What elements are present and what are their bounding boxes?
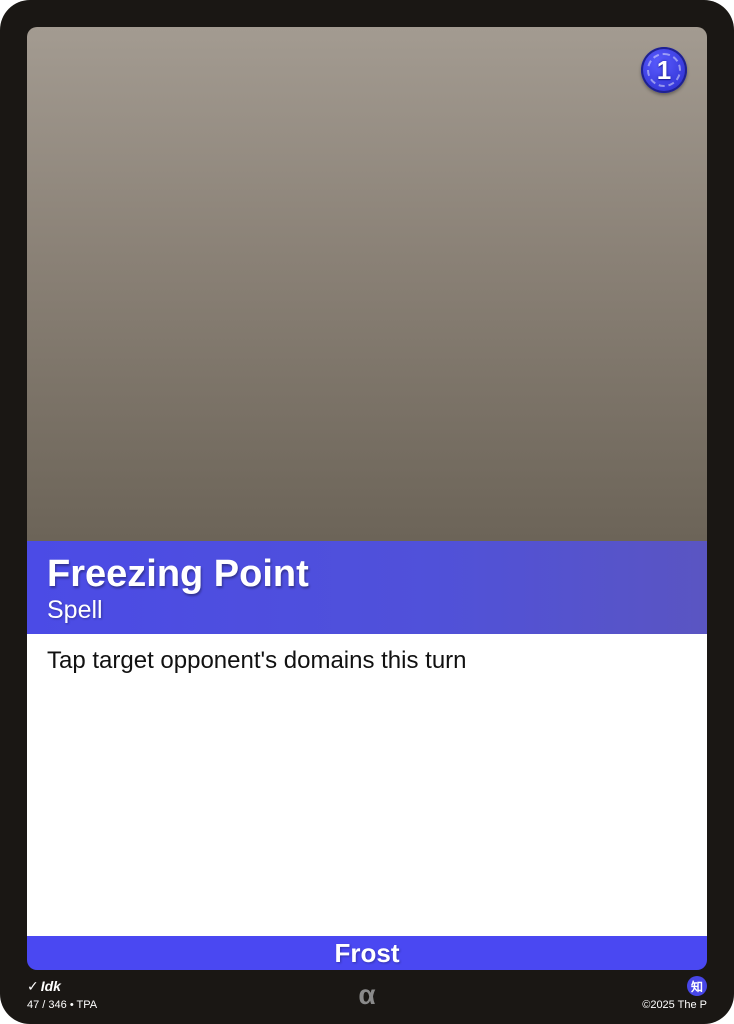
cost-badge: 1: [641, 47, 687, 93]
artist-name: Idk: [40, 978, 61, 994]
rules-text: Tap target opponent's domains this turn: [47, 647, 467, 674]
title-bar: Freezing Point Spell: [27, 541, 707, 634]
brush-icon: ✓: [27, 978, 39, 994]
card-art: [27, 27, 707, 541]
card-type: Spell: [47, 596, 103, 624]
cost-value: 1: [656, 54, 672, 85]
card-name: Freezing Point: [47, 553, 309, 595]
rules-textbox: Tap target opponent's domains this turn: [27, 634, 707, 936]
card: 1 Freezing Point Spell Tap target oppone…: [0, 0, 734, 1024]
copyright: ©2025 The P: [642, 999, 707, 1011]
rarity-symbol: α: [358, 979, 376, 1010]
set-info: 47 / 346 • TPA: [27, 999, 98, 1011]
element-bar: Frost: [27, 936, 707, 970]
element-label: Frost: [334, 938, 400, 968]
wisdom-badge-icon: 知: [687, 976, 707, 996]
artist-credit: ✓ Idk: [27, 978, 61, 995]
